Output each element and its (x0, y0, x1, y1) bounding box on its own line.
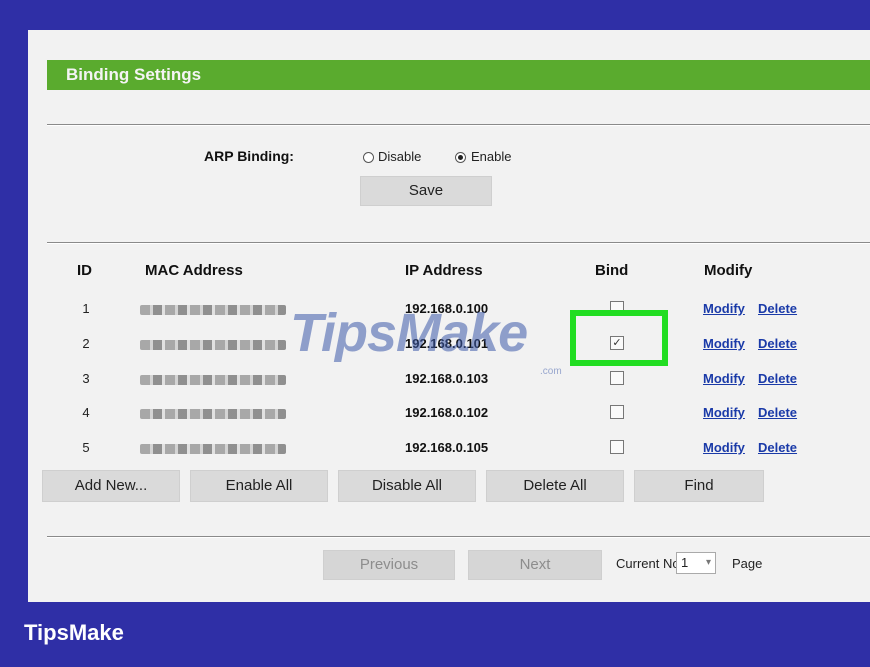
modify-link[interactable]: Modify (703, 301, 745, 316)
bind-checkbox[interactable] (610, 440, 624, 454)
mac-address-blurred (140, 305, 286, 315)
column-header-id: ID (77, 262, 92, 279)
ip-address: 192.168.0.102 (405, 405, 489, 420)
delete-link[interactable]: Delete (758, 336, 797, 351)
radio-disable[interactable] (363, 152, 374, 163)
row-id: 5 (82, 440, 90, 455)
column-header-mac: MAC Address (145, 262, 243, 279)
radio-disable-label: Disable (378, 149, 422, 164)
arp-binding-label: ARP Binding: (204, 148, 294, 164)
row-id: 2 (82, 336, 90, 351)
mac-address-blurred (140, 375, 286, 385)
previous-button[interactable]: Previous (323, 550, 455, 580)
watermark: TipsMake (290, 303, 528, 363)
radio-enable[interactable] (455, 152, 466, 163)
mac-address-blurred (140, 340, 286, 350)
column-header-modify: Modify (704, 262, 753, 279)
delete-link[interactable]: Delete (758, 301, 797, 316)
ip-address: 192.168.0.103 (405, 371, 489, 386)
current-no-label: Current No. (616, 556, 684, 571)
page-label: Page (732, 556, 763, 571)
footer-brand: TipsMake (24, 620, 124, 645)
next-button[interactable]: Next (468, 550, 602, 580)
column-header-bind: Bind (595, 262, 629, 279)
divider (47, 124, 870, 126)
bind-checkbox[interactable] (610, 371, 624, 385)
delete-link[interactable]: Delete (758, 440, 797, 455)
modify-link[interactable]: Modify (703, 405, 745, 420)
section-title: Binding Settings (47, 60, 870, 90)
watermark-suffix: .com (540, 366, 562, 377)
bind-checkbox[interactable] (610, 405, 624, 419)
modify-link[interactable]: Modify (703, 336, 745, 351)
divider (47, 242, 870, 244)
mac-address-blurred (140, 409, 286, 419)
add-new-button[interactable]: Add New... (42, 470, 180, 502)
row-id: 1 (82, 301, 90, 316)
radio-enable-label: Enable (471, 149, 512, 164)
mac-address-blurred (140, 444, 286, 454)
row-id: 3 (82, 371, 90, 386)
divider (47, 536, 870, 538)
modify-link[interactable]: Modify (703, 440, 745, 455)
delete-link[interactable]: Delete (758, 405, 797, 420)
page-select[interactable]: 1 ▾ (676, 552, 716, 574)
row-id: 4 (82, 405, 90, 420)
delete-link[interactable]: Delete (758, 371, 797, 386)
binding-settings-panel: Binding Settings ARP Binding: Disable En… (28, 30, 870, 602)
delete-all-button[interactable]: Delete All (486, 470, 624, 502)
find-button[interactable]: Find (634, 470, 764, 502)
disable-all-button[interactable]: Disable All (338, 470, 476, 502)
highlight-box (570, 310, 668, 366)
save-button[interactable]: Save (360, 176, 492, 206)
enable-all-button[interactable]: Enable All (190, 470, 328, 502)
ip-address: 192.168.0.105 (405, 440, 489, 455)
page-select-value: 1 (681, 555, 689, 570)
chevron-down-icon: ▾ (705, 557, 711, 568)
modify-link[interactable]: Modify (703, 371, 745, 386)
column-header-ip: IP Address (405, 262, 483, 279)
